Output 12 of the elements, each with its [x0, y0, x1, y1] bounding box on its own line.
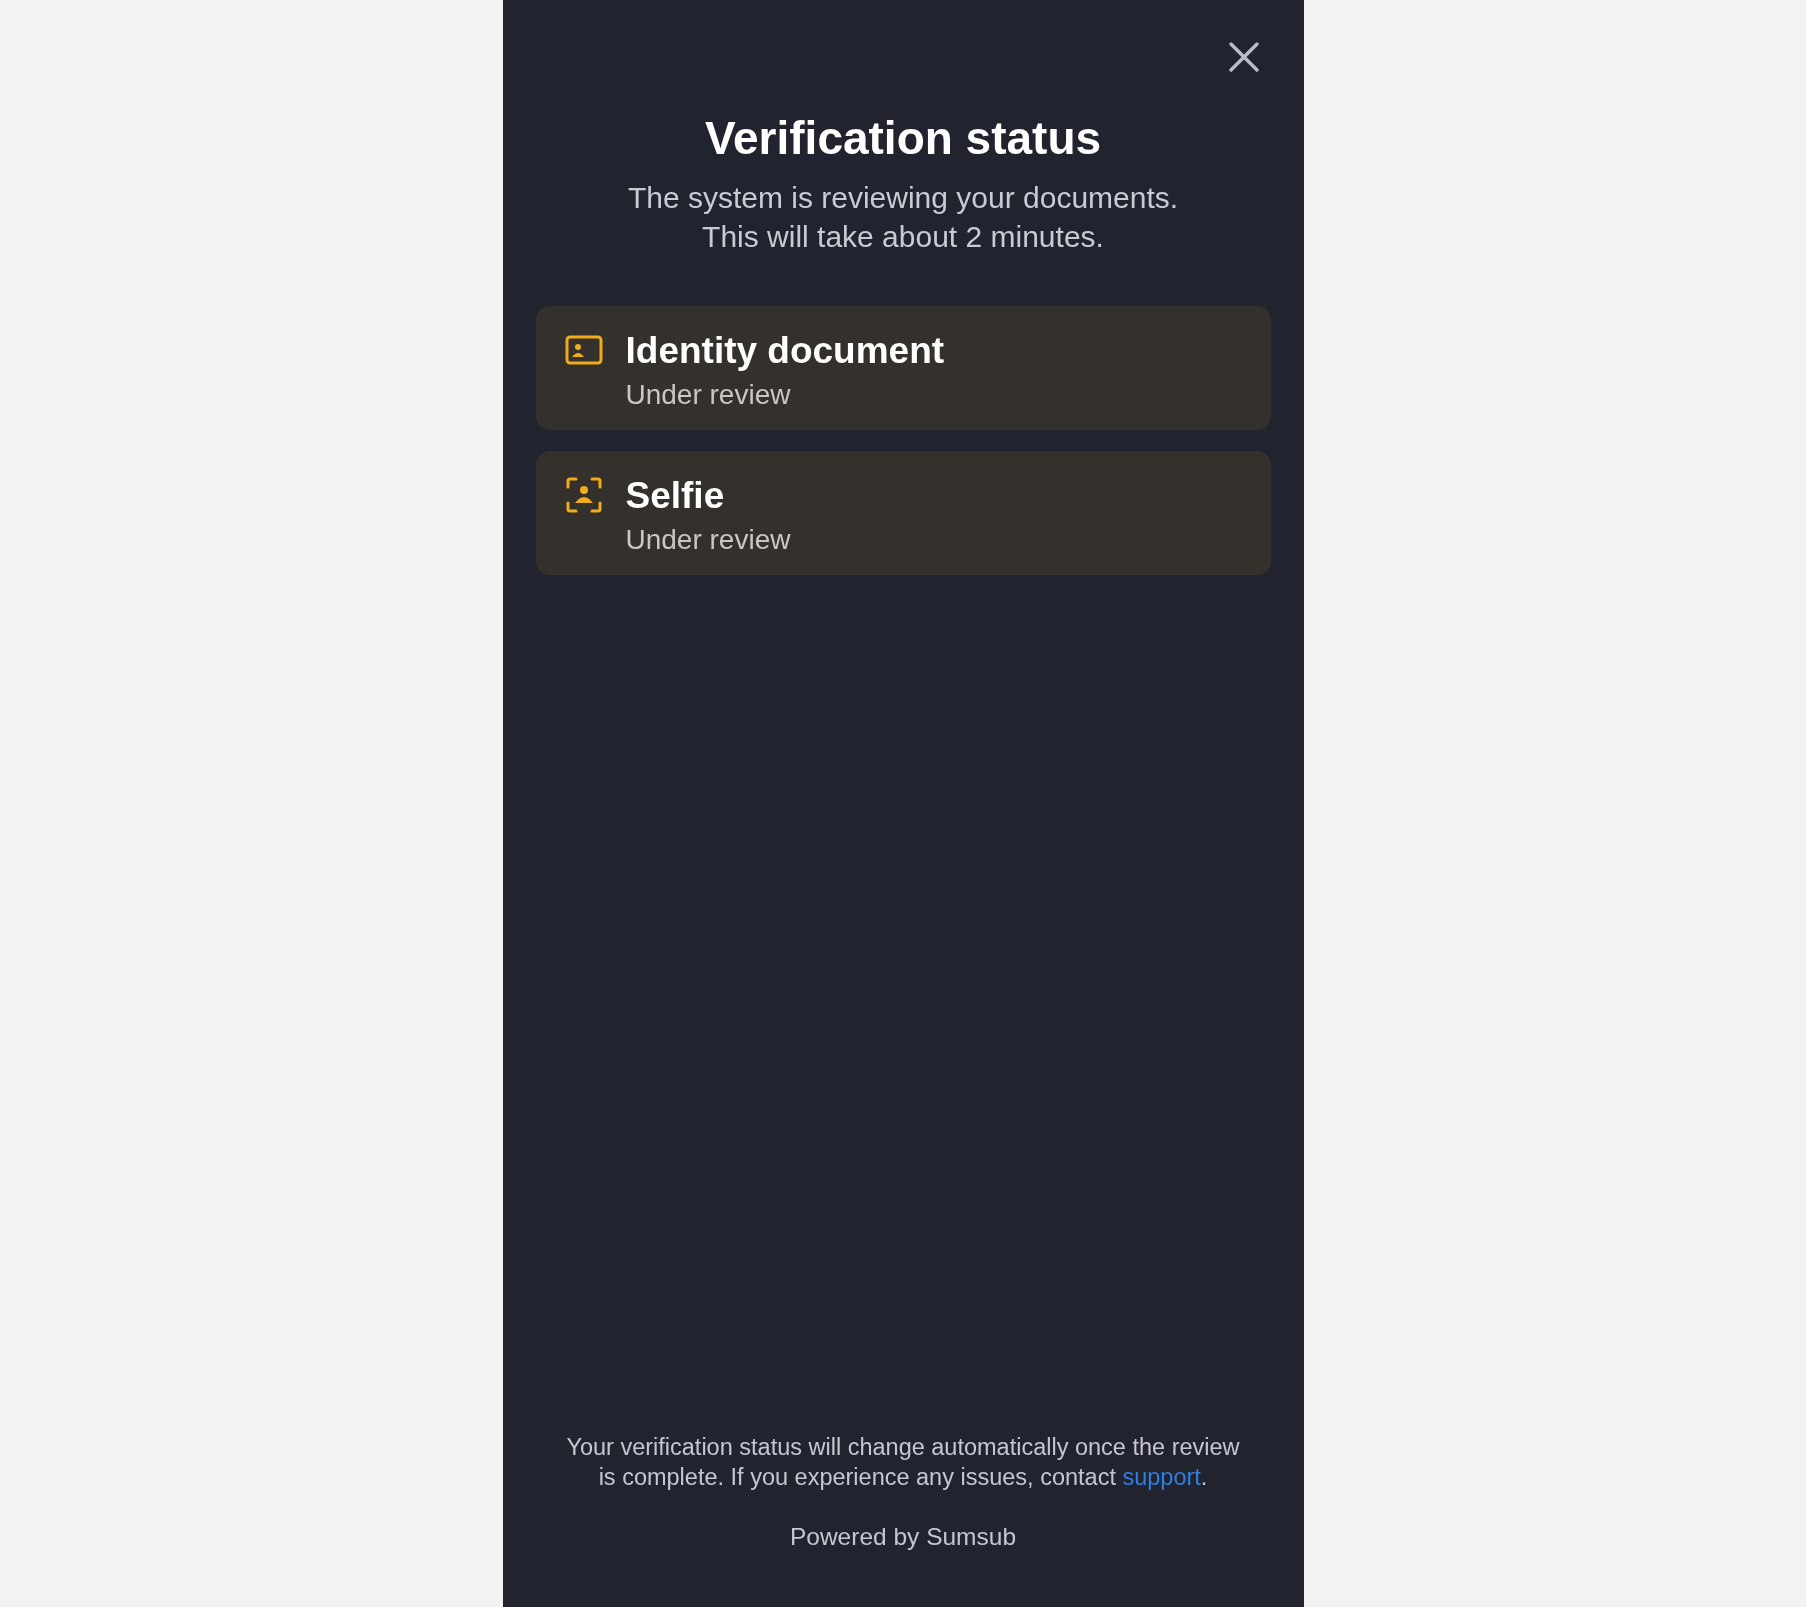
dialog-title: Verification status: [703, 111, 1103, 166]
card-title: Selfie: [625, 475, 726, 517]
footer-note: Your verification status will change automatically once the review is complete. If you experience any issues, contact support.: [565, 1433, 1241, 1492]
close-icon[interactable]: [1226, 40, 1261, 74]
powered-by-text: Powered by Sumsub: [789, 1522, 1017, 1552]
card-status: Under review: [625, 523, 791, 557]
support-link[interactable]: support: [1122, 1464, 1201, 1490]
card-title: Identity document: [625, 330, 945, 372]
card-status: Under review: [625, 378, 792, 412]
id-card-icon: [564, 335, 603, 365]
subtitle-text: The system is reviewing your documents. This will take about 2 minutes.: [626, 180, 1180, 255]
face-scan-icon: [565, 477, 602, 513]
